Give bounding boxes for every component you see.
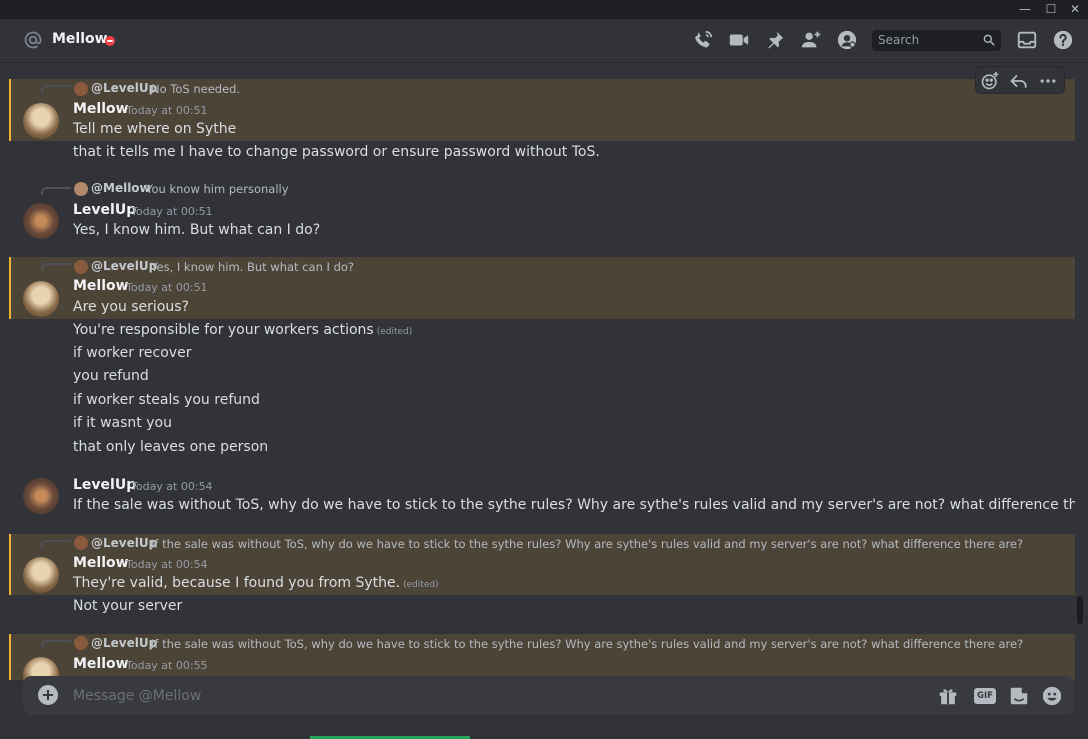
message-list[interactable]: @LevelUp No ToS needed. Mellow Today at … xyxy=(9,64,1075,680)
message-item[interactable]: @LevelUp If the sale was without ToS, wh… xyxy=(9,534,1075,595)
search-placeholder: Search xyxy=(878,33,920,47)
message-text: They're valid, because I found you from … xyxy=(73,575,439,591)
reply-connector xyxy=(41,640,71,648)
message-text: if worker steals you refund xyxy=(73,392,260,408)
pin-icon[interactable] xyxy=(764,29,786,51)
at-icon xyxy=(24,31,42,49)
avatar[interactable] xyxy=(23,203,59,239)
message-timestamp: Today at 00:54 xyxy=(131,480,213,493)
message-text: that only leaves one person xyxy=(73,439,269,455)
reply-author[interactable]: @LevelUp xyxy=(91,81,157,95)
message-item[interactable]: @LevelUp If the sale was without ToS, wh… xyxy=(9,634,1075,680)
message-timestamp: Today at 00:55 xyxy=(126,659,208,672)
avatar[interactable] xyxy=(23,478,59,514)
scrollbar-thumb[interactable] xyxy=(1077,596,1083,624)
maximize-button[interactable]: ☐ xyxy=(1038,1,1064,18)
reply-text[interactable]: You know him personally xyxy=(146,182,289,196)
reply-text[interactable]: If the sale was without ToS, why do we h… xyxy=(151,637,1023,651)
add-friend-icon[interactable] xyxy=(800,29,822,51)
emoji-icon[interactable] xyxy=(1041,685,1063,707)
message-text: Yes, I know him. But what can I do? xyxy=(73,222,321,238)
message-author[interactable]: LevelUp xyxy=(73,477,136,493)
reply-author[interactable]: @LevelUp xyxy=(91,536,157,550)
message-text: If the sale was without ToS, why do we h… xyxy=(73,497,1075,513)
reply-avatar xyxy=(74,260,88,274)
reply-avatar xyxy=(74,636,88,650)
call-icon[interactable] xyxy=(692,29,714,51)
attach-plus-icon[interactable] xyxy=(38,685,58,705)
message-composer: GIF xyxy=(23,676,1074,715)
reply-connector xyxy=(41,187,71,195)
reply-icon[interactable] xyxy=(1009,71,1029,91)
reply-text[interactable]: No ToS needed. xyxy=(151,82,240,96)
avatar[interactable] xyxy=(23,103,59,139)
message-author[interactable]: Mellow xyxy=(73,656,129,672)
reply-author[interactable]: @LevelUp xyxy=(91,636,157,650)
reply-text[interactable]: If the sale was without ToS, why do we h… xyxy=(151,537,1023,551)
avatar[interactable] xyxy=(23,557,59,593)
dm-header: Mellow Search xyxy=(0,19,1088,63)
edited-label: (edited) xyxy=(376,327,413,337)
reply-avatar xyxy=(74,182,88,196)
message-timestamp: Today at 00:51 xyxy=(126,281,208,294)
help-icon[interactable] xyxy=(1052,29,1074,51)
gif-button[interactable]: GIF xyxy=(974,688,996,704)
message-text: if it wasnt you xyxy=(73,415,172,431)
sticker-icon[interactable] xyxy=(1008,685,1030,707)
video-icon[interactable] xyxy=(728,29,750,51)
close-button[interactable]: ✕ xyxy=(1062,1,1088,18)
dm-user-name[interactable]: Mellow xyxy=(52,31,108,47)
message-text: Are you serious? xyxy=(73,299,189,315)
message-actions-bar xyxy=(975,66,1065,94)
message-item[interactable]: @LevelUp No ToS needed. Mellow Today at … xyxy=(9,79,1075,141)
message-text: Not your server xyxy=(73,598,183,614)
message-author[interactable]: LevelUp xyxy=(73,202,136,218)
message-item[interactable]: @LevelUp Yes, I know him. But what can I… xyxy=(9,257,1075,319)
message-timestamp: Today at 00:51 xyxy=(131,205,213,218)
minimize-button[interactable]: — xyxy=(1012,1,1038,18)
avatar[interactable] xyxy=(23,281,59,317)
message-text: that it tells me I have to change passwo… xyxy=(73,144,600,160)
dnd-status-icon xyxy=(105,36,115,46)
message-author[interactable]: Mellow xyxy=(73,101,129,117)
message-item[interactable]: @Mellow You know him personally LevelUp … xyxy=(9,179,1075,244)
reply-connector xyxy=(41,85,71,93)
inbox-icon[interactable] xyxy=(1016,29,1038,51)
message-text: You're responsible for your workers acti… xyxy=(73,322,413,338)
reply-author[interactable]: @LevelUp xyxy=(91,259,157,273)
message-text: Tell me where on Sythe xyxy=(73,121,237,137)
search-icon xyxy=(983,34,995,46)
message-input[interactable] xyxy=(73,686,873,706)
reply-connector xyxy=(41,263,71,271)
edited-label: (edited) xyxy=(403,580,439,590)
message-author[interactable]: Mellow xyxy=(73,278,129,294)
gift-icon[interactable] xyxy=(937,685,959,707)
reply-avatar xyxy=(74,82,88,96)
message-timestamp: Today at 00:51 xyxy=(126,104,208,117)
reply-author[interactable]: @Mellow xyxy=(91,181,151,195)
search-box[interactable]: Search xyxy=(872,30,1001,51)
message-timestamp: Today at 00:54 xyxy=(126,558,208,571)
message-text: you refund xyxy=(73,368,149,384)
message-author[interactable]: Mellow xyxy=(73,555,129,571)
reply-avatar xyxy=(74,536,88,550)
add-reaction-icon[interactable] xyxy=(980,71,1000,91)
reply-connector xyxy=(41,540,71,548)
message-item[interactable]: LevelUp Today at 00:54 If the sale was w… xyxy=(9,474,1075,520)
more-icon[interactable] xyxy=(1038,71,1058,91)
reply-text[interactable]: Yes, I know him. But what can I do? xyxy=(151,260,354,274)
message-text: if worker recover xyxy=(73,345,192,361)
window-titlebar: — ☐ ✕ xyxy=(0,0,1088,19)
profile-icon[interactable] xyxy=(836,29,858,51)
